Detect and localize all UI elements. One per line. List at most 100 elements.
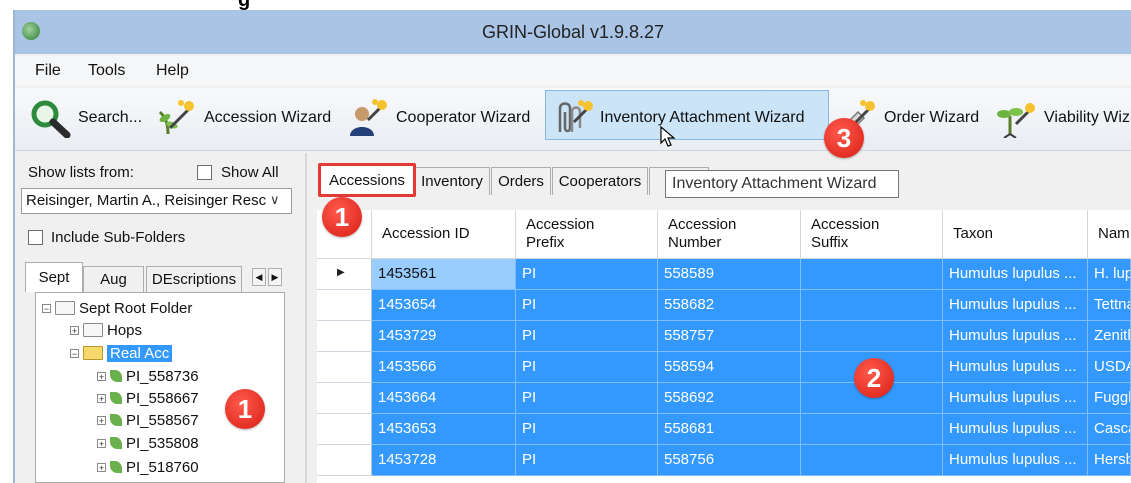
expand-icon[interactable]: + (97, 462, 106, 472)
grid-cell[interactable]: 1453566 (372, 352, 516, 383)
tab-descriptions[interactable]: DEscriptions (146, 266, 242, 292)
grid-cell[interactable]: 558756 (658, 445, 801, 476)
tree-item-hops[interactable]: + Hops (70, 319, 142, 341)
include-sub-folders-label: Include Sub-Folders (51, 229, 186, 246)
grid-cell[interactable]: Humulus lupulus ... (943, 383, 1088, 414)
row-selector[interactable] (317, 290, 372, 321)
tree-item-real-acc[interactable]: − Real Acc (70, 342, 173, 364)
tree-item-label: PI_558567 (126, 411, 199, 429)
grid-cell[interactable]: Fuggl (1088, 383, 1131, 414)
grid-cell[interactable]: 558594 (658, 352, 801, 383)
grid-cell[interactable]: Humulus lupulus ... (943, 414, 1088, 445)
column-header-accession-prefix[interactable]: Accession Prefix (516, 210, 658, 259)
tree-item-label: Hops (107, 321, 143, 339)
grid-cell[interactable]: 558757 (658, 321, 801, 352)
search-button[interactable]: Search... (28, 100, 142, 138)
grid-cell[interactable]: Humulus lupulus ... (943, 321, 1088, 352)
grid-cell[interactable]: 558589 (658, 259, 801, 290)
grid-cell[interactable]: PI (516, 414, 658, 445)
tree-item-accession[interactable]: + PI_535808 (97, 432, 199, 454)
tree-item-accession[interactable]: + PI_558667 (97, 387, 199, 409)
grid-cell[interactable]: Humulus lupulus ... (943, 352, 1088, 383)
grid-cell[interactable] (801, 259, 943, 290)
grid-cell[interactable]: PI (516, 445, 658, 476)
tree-item-accession[interactable]: + PI_518760 (97, 456, 199, 478)
tab-inventory[interactable]: Inventory (414, 167, 490, 195)
grid-cell[interactable] (801, 414, 943, 445)
column-header-accession-number[interactable]: Accession Number (658, 210, 801, 259)
row-selector[interactable] (317, 445, 372, 476)
grid-cell[interactable]: 558682 (658, 290, 801, 321)
show-all-label: Show All (221, 164, 279, 181)
grid-cell[interactable] (801, 445, 943, 476)
column-header-accession-suffix[interactable]: Accession Suffix (801, 210, 943, 259)
grid-cell[interactable]: 1453653 (372, 414, 516, 445)
tree-root[interactable]: − Sept Root Folder (42, 297, 192, 319)
tree-item-label: Real Acc (107, 344, 173, 362)
grid-cell[interactable] (801, 290, 943, 321)
collapse-icon[interactable]: − (42, 303, 51, 313)
grid-cell[interactable]: Zenith (1088, 321, 1131, 352)
cooperator-wizard-label: Cooperator Wizard (396, 109, 531, 126)
grid-cell[interactable]: 1453664 (372, 383, 516, 414)
callout-badge: 1 (322, 197, 362, 237)
expand-icon[interactable]: + (97, 438, 106, 448)
grid-cell[interactable]: Hersb (1088, 445, 1131, 476)
accession-wizard-button[interactable]: Accession Wizard (156, 100, 331, 136)
accessions-tab-highlight (318, 163, 416, 197)
grid-cell[interactable]: PI (516, 383, 658, 414)
expand-icon[interactable]: + (97, 371, 106, 381)
tree-item-accession[interactable]: + PI_558567 (97, 409, 199, 431)
expand-icon[interactable]: + (70, 325, 79, 335)
grid-cell[interactable]: PI (516, 290, 658, 321)
tree-item-accession[interactable]: + PI_558736 (97, 365, 199, 387)
grid-cell[interactable]: Casca (1088, 414, 1131, 445)
row-selector[interactable] (317, 321, 372, 352)
grid-cell[interactable] (801, 321, 943, 352)
plant-icon (110, 437, 122, 449)
grid-cell[interactable]: 1453728 (372, 445, 516, 476)
menu-help[interactable]: Help (156, 62, 189, 80)
grid-cell[interactable]: 1453729 (372, 321, 516, 352)
collapse-icon[interactable]: − (70, 348, 79, 358)
column-header-accession-id[interactable]: Accession ID (372, 210, 516, 259)
grid-cell[interactable]: Humulus lupulus ... (943, 259, 1088, 290)
row-selector[interactable] (317, 352, 372, 383)
grid-cell[interactable]: PI (516, 352, 658, 383)
tab-sept[interactable]: Sept (25, 262, 83, 292)
grid-cell[interactable]: 558692 (658, 383, 801, 414)
plant-icon (110, 461, 122, 473)
row-selector[interactable] (317, 383, 372, 414)
inventory-attachment-wizard-button[interactable]: Inventory Attachment Wizard (552, 100, 805, 136)
grid-cell[interactable]: PI (516, 321, 658, 352)
tab-scroll-left-icon[interactable]: ◀ (252, 268, 266, 286)
tab-aug[interactable]: Aug (83, 266, 144, 292)
viability-wizard-button[interactable]: Viability Wiz (996, 100, 1130, 138)
grid-cell[interactable]: 1453654 (372, 290, 516, 321)
expand-icon[interactable]: + (97, 415, 106, 425)
tab-scroll-right-icon[interactable]: ▶ (268, 268, 282, 286)
grid-cell[interactable]: H. lup (1088, 259, 1131, 290)
cooperator-wizard-button[interactable]: Cooperator Wizard (348, 99, 531, 136)
magnifier-icon (31, 100, 71, 138)
tab-cooperators[interactable]: Cooperators (552, 167, 648, 195)
grid-cell[interactable]: Humulus lupulus ... (943, 445, 1088, 476)
column-header-taxon[interactable]: Taxon (943, 210, 1088, 259)
include-sub-folders-checkbox[interactable] (28, 230, 43, 245)
grid-cell[interactable]: Humulus lupulus ... (943, 290, 1088, 321)
menu-tools[interactable]: Tools (88, 62, 125, 80)
tab-orders[interactable]: Orders (491, 167, 551, 195)
column-header-name[interactable]: Nam (1088, 210, 1131, 259)
show-all-checkbox[interactable] (197, 165, 212, 180)
grid-cell[interactable]: PI (516, 259, 658, 290)
grid-cell[interactable]: 558681 (658, 414, 801, 445)
expand-icon[interactable]: + (97, 393, 106, 403)
grid-cell[interactable]: 1453561 (372, 259, 516, 290)
grid-cell[interactable]: Tettna (1088, 290, 1131, 321)
chevron-down-icon[interactable]: ∨ (270, 192, 280, 208)
grid-cell[interactable]: USDA (1088, 352, 1131, 383)
row-selector[interactable] (317, 414, 372, 445)
order-wizard-label: Order Wizard (884, 109, 980, 126)
row-selector[interactable]: ▶ (317, 259, 372, 290)
menu-file[interactable]: File (35, 62, 61, 80)
